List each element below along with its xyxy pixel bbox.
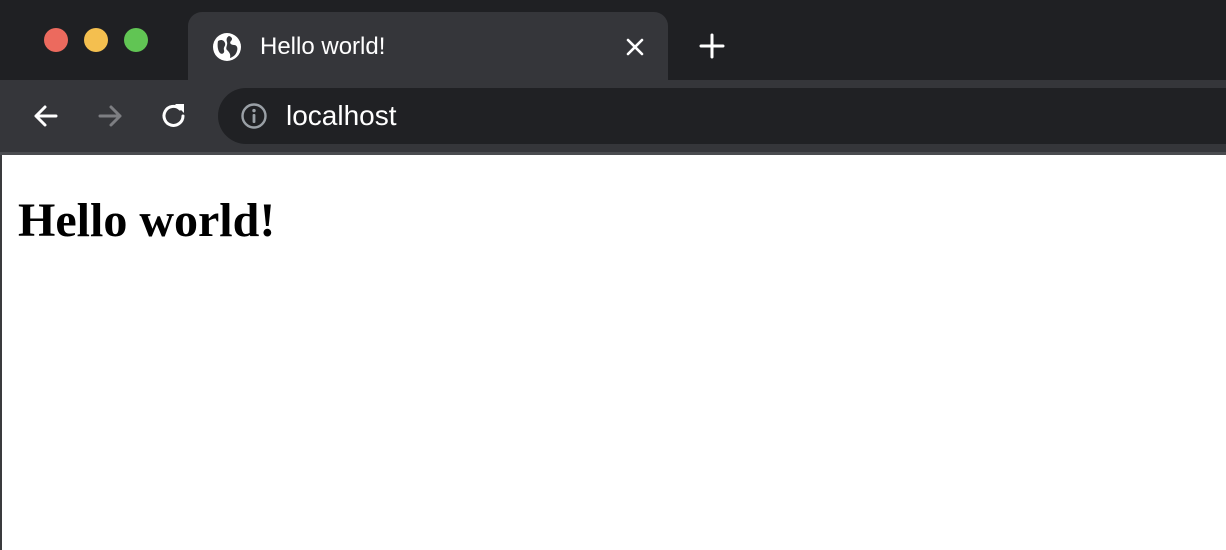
- window-maximize-button[interactable]: [124, 28, 148, 52]
- tab-strip: Hello world!: [0, 0, 1226, 88]
- info-icon[interactable]: [240, 102, 268, 130]
- window-minimize-button[interactable]: [84, 28, 108, 52]
- forward-button[interactable]: [92, 98, 128, 134]
- tab-title: Hello world!: [260, 33, 386, 60]
- close-icon[interactable]: [622, 34, 648, 60]
- window-close-button[interactable]: [44, 28, 68, 52]
- tab-hello-world[interactable]: Hello world!: [188, 12, 668, 88]
- globe-icon: [213, 33, 241, 61]
- page-heading: Hello world!: [18, 194, 276, 247]
- page-content: Hello world!: [2, 155, 1226, 550]
- new-tab-button[interactable]: [696, 30, 728, 62]
- browser-toolbar: localhost: [0, 80, 1226, 152]
- reload-button[interactable]: [156, 98, 192, 134]
- address-text[interactable]: localhost: [286, 100, 397, 132]
- back-button[interactable]: [28, 98, 64, 134]
- browser-window: Hello world! localhost Hello world!: [0, 0, 1226, 550]
- address-bar[interactable]: localhost: [218, 88, 1226, 144]
